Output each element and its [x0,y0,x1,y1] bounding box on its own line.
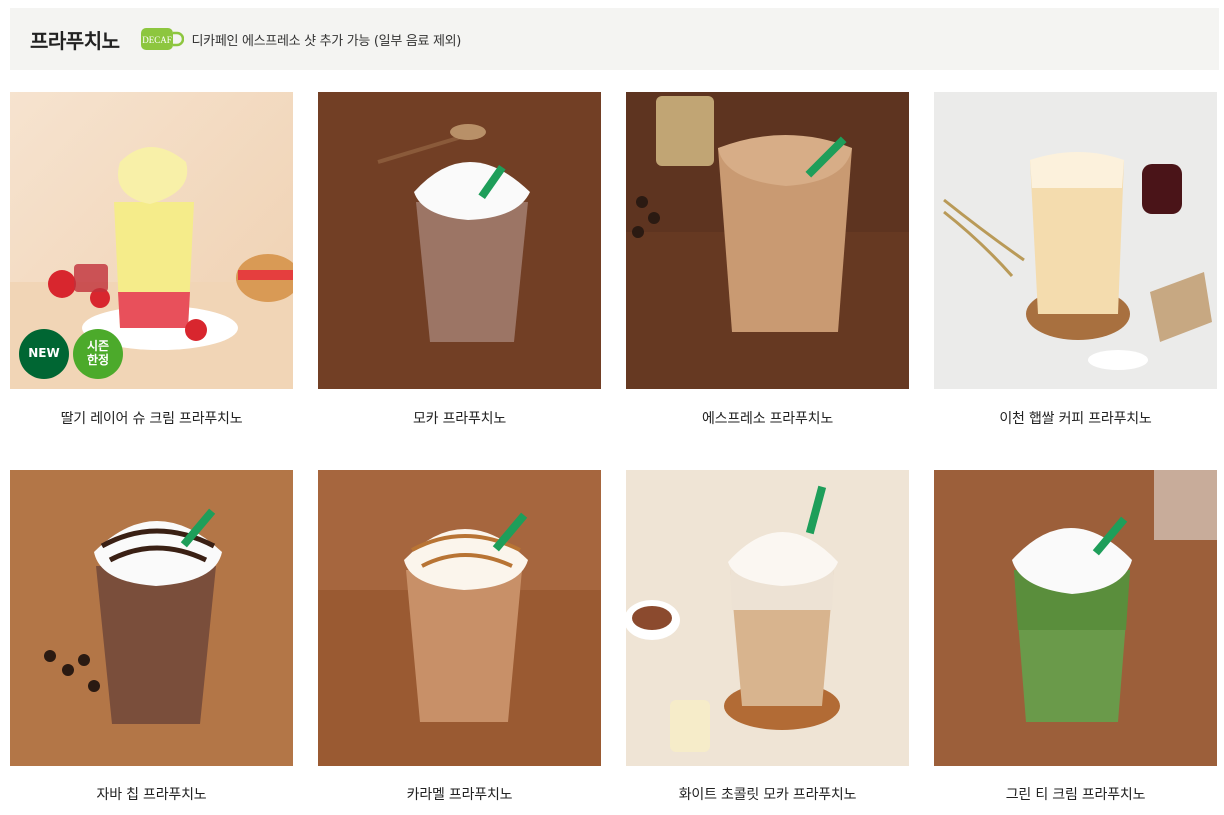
product-name[interactable]: 자바 칩 프라푸치노 [10,784,293,804]
product-name[interactable]: 카라멜 프라푸치노 [318,784,601,804]
season-badge-line2: 한정 [86,353,110,367]
category-header: 프라푸치노 DECAF 디카페인 에스프레소 샷 추가 가능 (일부 음료 제외… [10,8,1219,70]
product-name[interactable]: 에스프레소 프라푸치노 [626,408,909,428]
season-badge-line1: 시즌 [86,339,110,354]
product-name[interactable]: 이천 햅쌀 커피 프라푸치노 [934,408,1217,428]
decaf-label: DECAF [142,35,172,45]
product-image[interactable] [318,470,601,766]
decaf-note: 디카페인 에스프레소 샷 추가 가능 (일부 음료 제외) [191,33,462,49]
season-limited-badge: 시즌 한정 [73,329,123,379]
product-image[interactable] [626,92,909,389]
product-name[interactable]: 딸기 레이어 슈 크림 프라푸치노 [10,408,293,428]
product-image[interactable]: NEW 시즌 한정 [10,92,293,389]
product-name[interactable]: 화이트 초콜릿 모카 프라푸치노 [626,784,909,804]
new-badge: NEW [19,329,69,379]
decaf-cup-icon: DECAF [140,26,184,52]
product-image[interactable] [626,470,909,766]
product-image[interactable] [318,92,601,389]
product-name[interactable]: 그린 티 크림 프라푸치노 [934,784,1217,804]
product-name[interactable]: 모카 프라푸치노 [318,408,601,428]
category-title: 프라푸치노 [30,28,120,53]
product-image[interactable] [10,470,293,766]
product-image[interactable] [934,92,1217,389]
product-image[interactable] [934,470,1217,766]
